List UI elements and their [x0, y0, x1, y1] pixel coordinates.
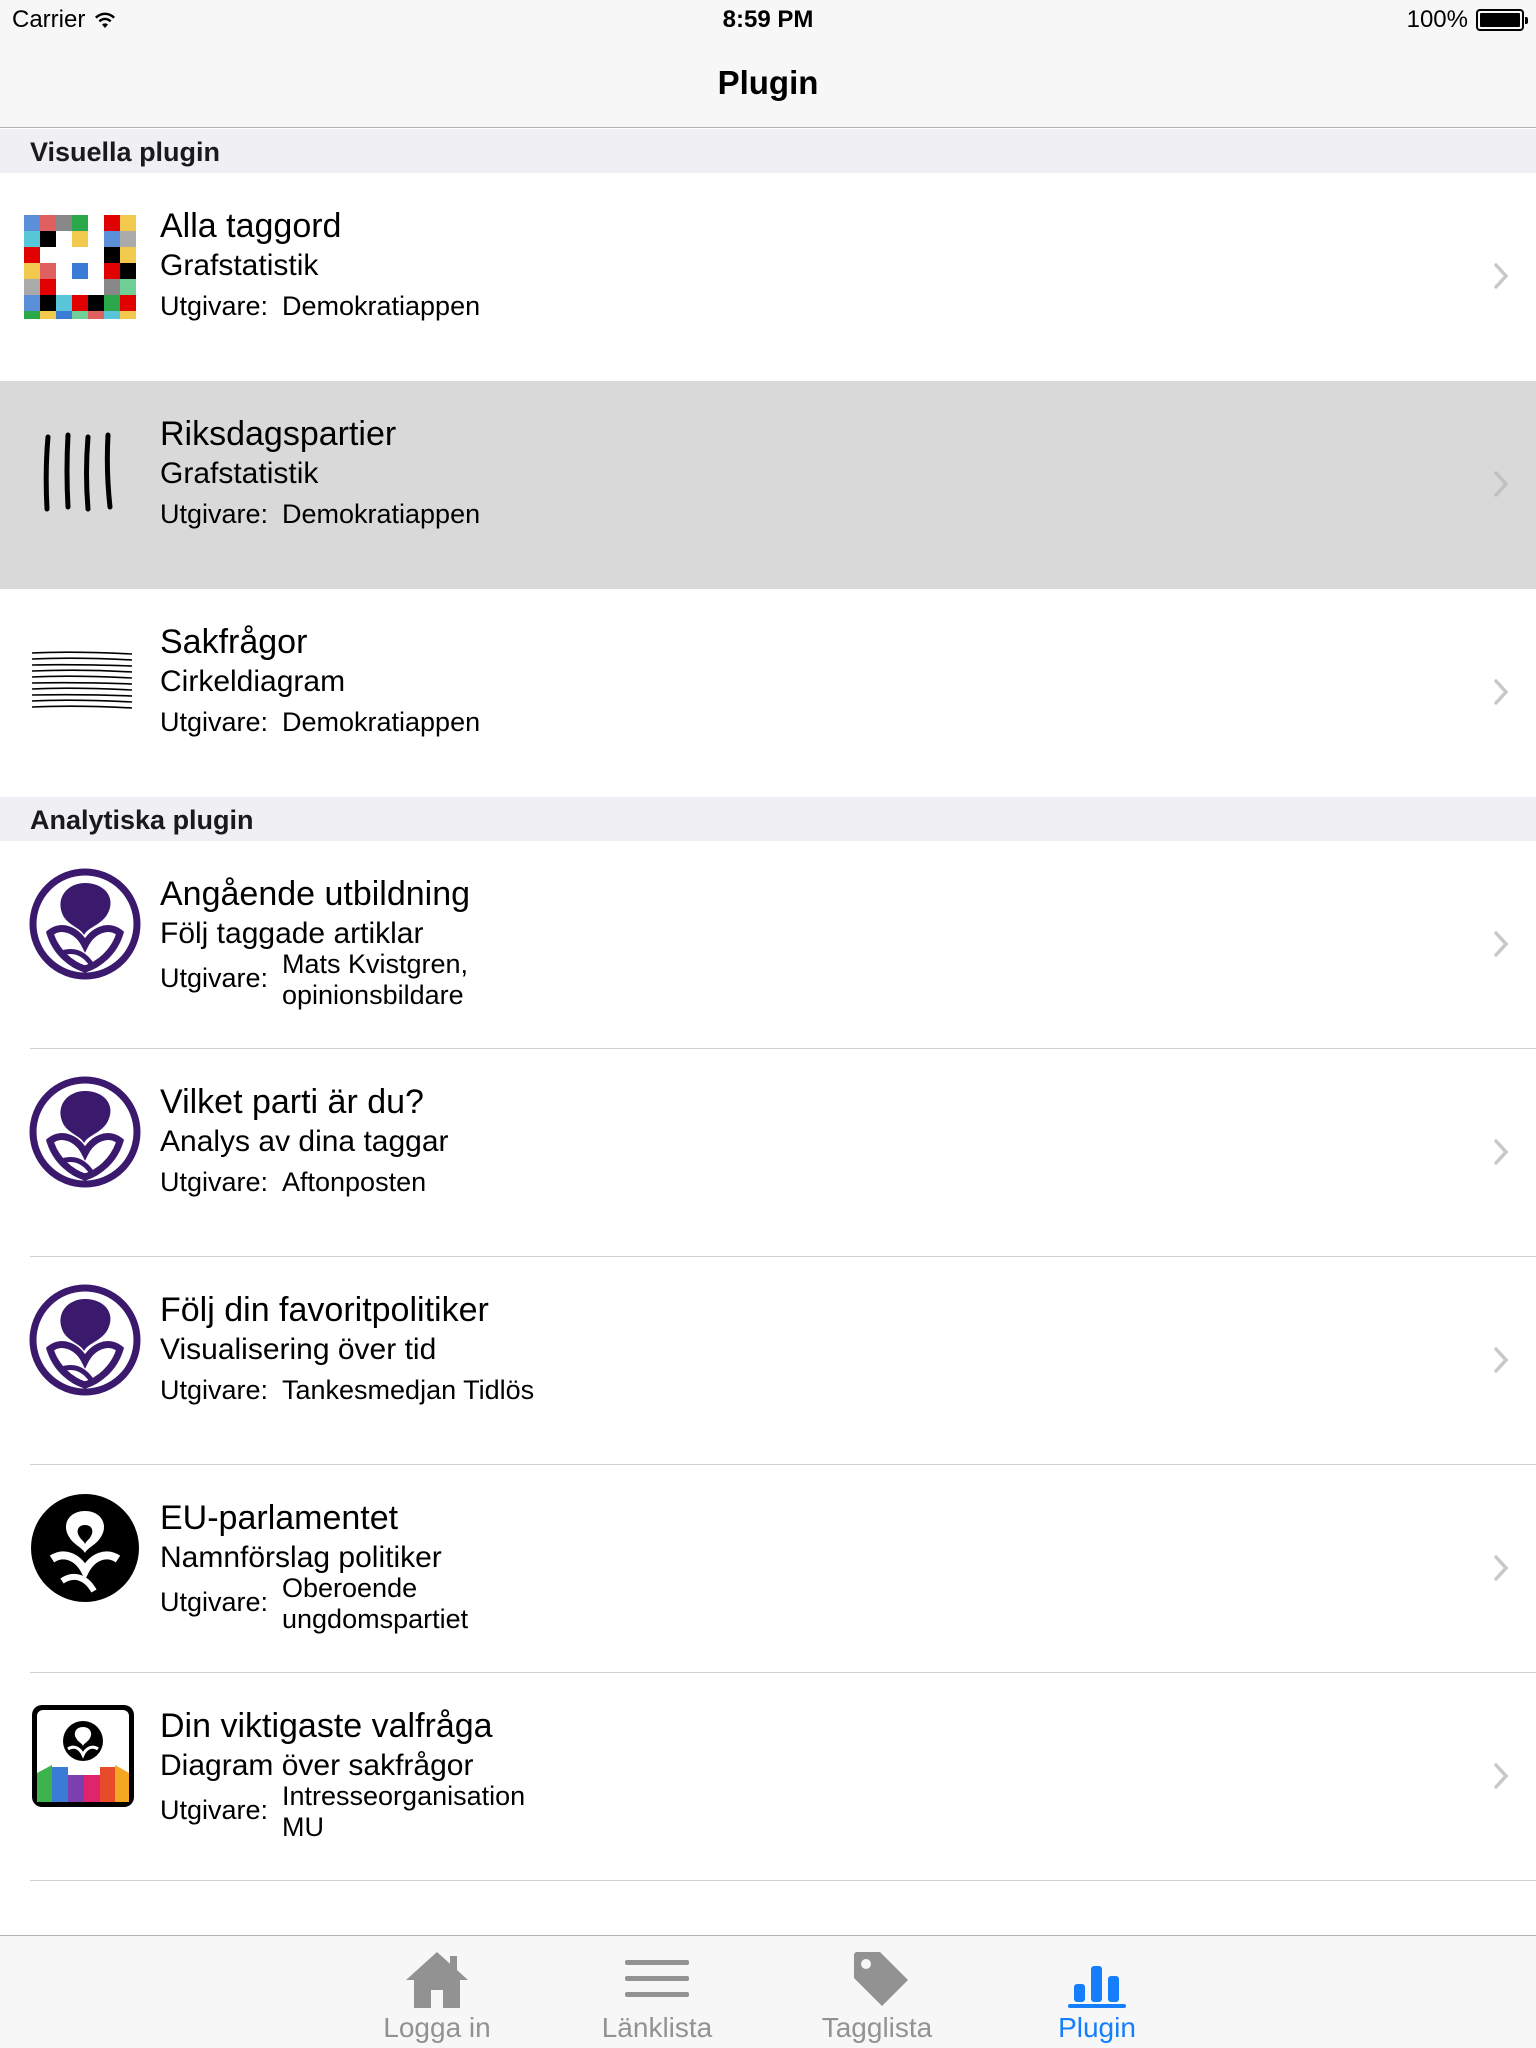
page-title: Plugin [717, 64, 819, 101]
section-header-label: Visuella plugin [30, 137, 221, 167]
publisher-line: MU [282, 1812, 324, 1842]
list-icon [625, 1960, 689, 1997]
status-bar: Carrier 8:59 PM 100% [0, 0, 1536, 40]
status-right: 100% [1406, 6, 1528, 34]
publisher-line: Mats Kvistgren, [282, 949, 469, 979]
row-separator [30, 1880, 1536, 1881]
purple-logo-icon [29, 1076, 141, 1188]
publisher-value: Demokratiappen [282, 499, 481, 529]
plugin-title: EU-parlamentet [160, 1499, 399, 1537]
navigation-bar: Plugin [0, 40, 1536, 128]
section-header-label: Analytiska plugin [30, 805, 254, 835]
publisher-line: Intresseorganisation [282, 1781, 526, 1811]
tag-icon [854, 1952, 908, 2006]
publisher-label: Utgivare: [160, 963, 269, 993]
status-time: 8:59 PM [722, 6, 814, 33]
lines-icon [31, 651, 133, 709]
tab-label: Länklista [601, 2012, 713, 2043]
color-grid-icon [24, 215, 136, 319]
tally-marks-icon [43, 432, 113, 512]
publisher-label: Utgivare: [160, 499, 269, 529]
plugin-row-sakfragor[interactable]: Sakfrågor Cirkeldiagram Utgivare: Demokr… [0, 589, 1536, 797]
plugin-subtitle: Analys av dina taggar [160, 1125, 449, 1158]
plugin-row-vilket-parti[interactable]: Vilket parti är du? Analys av dina tagga… [0, 1049, 1536, 1257]
chevron-right-icon [1494, 1139, 1509, 1165]
publisher-label: Utgivare: [160, 291, 269, 321]
publisher-line: opinionsbildare [282, 980, 464, 1010]
publisher-value: Demokratiappen [282, 291, 481, 321]
plugin-subtitle: Cirkeldiagram [160, 665, 346, 698]
publisher-value: Aftonposten [282, 1167, 427, 1197]
tab-label: Logga in [383, 2012, 491, 2043]
plugin-row-riksdagspartier[interactable]: Riksdagspartier Grafstatistik Utgivare: … [0, 381, 1536, 589]
plugin-title: Vilket parti är du? [160, 1083, 424, 1121]
tab-plugin[interactable]: Plugin [997, 1948, 1197, 2048]
plugin-subtitle: Grafstatistik [160, 249, 319, 282]
section-header-visual: Visuella plugin [0, 129, 1536, 173]
purple-logo-icon [29, 868, 141, 980]
publisher-value: Oberoende ungdomspartiet [282, 1573, 468, 1635]
publisher-value: Tankesmedjan Tidlös [282, 1375, 535, 1405]
tab-logga-in[interactable]: Logga in [337, 1948, 537, 2048]
publisher-value: Demokratiappen [282, 707, 481, 737]
plugin-subtitle: Namnförslag politiker [160, 1541, 442, 1574]
battery-percent: 100% [1406, 6, 1468, 33]
publisher-line: Oberoende [282, 1573, 418, 1603]
plugin-title: Din viktigaste valfråga [160, 1707, 493, 1745]
plugin-title: Angående utbildning [160, 875, 471, 913]
plugin-subtitle: Följ taggade artiklar [160, 917, 424, 950]
chevron-right-icon [1494, 1347, 1509, 1373]
plugin-row-alla-taggord[interactable]: Alla taggord Grafstatistik Utgivare: Dem… [0, 173, 1536, 381]
plugin-row-eu-parlamentet[interactable]: EU-parlamentet Namnförslag politiker Utg… [0, 1465, 1536, 1673]
publisher-label: Utgivare: [160, 707, 269, 737]
house-icon [406, 1952, 468, 2008]
plugin-subtitle: Diagram över sakfrågor [160, 1749, 474, 1782]
chevron-right-icon [1494, 1555, 1509, 1581]
battery-fill [1480, 13, 1520, 27]
chevron-right-icon [1494, 679, 1509, 705]
black-logo-icon [31, 1494, 139, 1602]
battery-icon [1476, 9, 1528, 31]
chevron-right-icon [1494, 1763, 1509, 1789]
tab-label: Plugin [1058, 2012, 1136, 2043]
plugin-title: Riksdagspartier [160, 415, 397, 453]
plugin-title: Alla taggord [160, 207, 342, 245]
publisher-label: Utgivare: [160, 1375, 269, 1405]
section-header-analytic: Analytiska plugin [0, 797, 1536, 841]
chevron-right-icon [1494, 931, 1509, 957]
chevron-right-icon [1494, 471, 1509, 497]
plugin-row-viktigaste-valfraga[interactable]: Din viktigaste valfråga Diagram över sak… [0, 1673, 1536, 1881]
tab-tagglista[interactable]: Tagglista [777, 1948, 977, 2048]
publisher-value: Intresseorganisation MU [282, 1781, 525, 1843]
bar-chart-icon [1068, 1966, 1126, 2008]
tab-lanklista[interactable]: Länklista [557, 1948, 757, 2048]
chevron-right-icon [1494, 263, 1509, 289]
publisher-label: Utgivare: [160, 1587, 269, 1617]
plugin-title: Följ din favoritpolitiker [160, 1291, 489, 1329]
color-app-icon [32, 1705, 134, 1807]
plugin-title: Sakfrågor [160, 623, 308, 661]
tab-bar: Logga in Länklista Tagglista Plugin [0, 1935, 1536, 2048]
plugin-row-angaende-utbildning[interactable]: Angående utbildning Följ taggade artikla… [0, 841, 1536, 1049]
publisher-label: Utgivare: [160, 1795, 269, 1825]
publisher-value: Mats Kvistgren, opinionsbildare [282, 949, 468, 1011]
publisher-line: ungdomspartiet [282, 1604, 469, 1634]
plugin-subtitle: Visualisering över tid [160, 1333, 437, 1366]
plugin-subtitle: Grafstatistik [160, 457, 319, 490]
purple-logo-icon [29, 1284, 141, 1396]
publisher-label: Utgivare: [160, 1167, 269, 1197]
tab-label: Tagglista [821, 2012, 933, 2043]
plugin-row-favoritpolitiker[interactable]: Följ din favoritpolitiker Visualisering … [0, 1257, 1536, 1465]
